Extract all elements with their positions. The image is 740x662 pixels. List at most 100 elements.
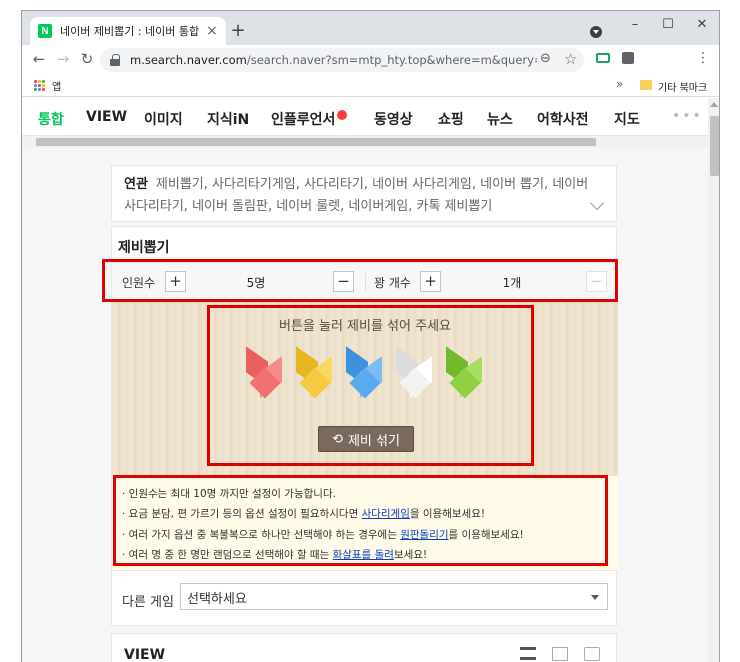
ticket-green-icon[interactable]: [446, 346, 482, 400]
lose-count-label: 꽝 개수: [374, 276, 411, 290]
tab-integrated[interactable]: 통합: [38, 109, 64, 129]
tab-dictionary[interactable]: 어학사전: [537, 109, 589, 129]
other-bookmarks[interactable]: 기타 북마크: [658, 79, 707, 94]
active-tab[interactable]: N 네이버 제비뽑기 : 네이버 통합검색 ×: [30, 17, 226, 45]
forward-button[interactable]: →: [54, 50, 72, 68]
ticket-yellow-icon[interactable]: [296, 346, 332, 400]
lose-count-value: 1개: [502, 276, 522, 290]
lose-minus-button[interactable]: −: [586, 271, 607, 292]
notice-line: · 요금 분담, 편 가르기 등의 옵션 설정이 필요하시다면 사다리게임을 이…: [122, 506, 485, 521]
bookmark-star-icon[interactable]: ☆: [564, 50, 577, 68]
tab-images[interactable]: 이미지: [144, 109, 183, 129]
browser-toolbar: ← → ↻ m.search.naver.com /search.naver?s…: [22, 45, 719, 75]
board-instruction: 버튼을 눌러 제비를 섞어 주세요: [278, 319, 451, 334]
ladder-game-link[interactable]: 사다리게임: [362, 508, 410, 520]
view-section-title: VIEW: [124, 647, 166, 662]
ticket-red-icon[interactable]: [246, 346, 282, 400]
naver-tab-nav: 통합 VIEW 이미지 지식iN 인플루언서 동영상 쇼핑 뉴스 어학사전 지도…: [22, 98, 708, 136]
related-searches: 연관 제비뽑기, 사다리타기게임, 사다리타기, 네이버 사다리게임, 네이버 뽑…: [111, 165, 617, 222]
widget-title: 제비뽑기: [118, 240, 170, 256]
horizontal-scrollbar[interactable]: [22, 136, 708, 148]
shuffle-button[interactable]: ⟲ 제비 섞기: [318, 426, 414, 452]
new-badge-icon: [337, 110, 348, 120]
related-text-block: 연관 제비뽑기, 사다리타기게임, 사다리타기, 네이버 사다리게임, 네이버 뽑…: [124, 174, 594, 218]
reload-button[interactable]: ↻: [78, 50, 96, 68]
more-tabs-icon[interactable]: •••: [672, 108, 703, 124]
tab-map[interactable]: 지도: [614, 109, 640, 129]
related-keywords[interactable]: 제비뽑기, 사다리타기게임, 사다리타기, 네이버 사다리게임, 네이버 뽑기,…: [124, 177, 588, 214]
tab-shopping[interactable]: 쇼핑: [438, 109, 464, 129]
card-view-icon[interactable]: [552, 647, 568, 661]
vertical-scrollbar[interactable]: [708, 98, 719, 662]
new-tab-button[interactable]: +: [228, 20, 248, 41]
close-window-button[interactable]: ✕: [692, 17, 712, 32]
extensions-puzzle-icon[interactable]: [622, 52, 634, 64]
other-game-select[interactable]: 선택하세요: [180, 583, 608, 610]
scroll-up-icon[interactable]: [710, 102, 718, 107]
refresh-icon: ⟲: [332, 431, 343, 447]
lock-icon: [110, 54, 120, 66]
settings-divider: [365, 273, 366, 291]
vertical-scroll-thumb[interactable]: [710, 116, 719, 176]
notice-line: · 여러 가지 옵션 중 복불복으로 하나만 선택해야 하는 경우에는 원판돌리…: [122, 527, 524, 542]
profile-icon[interactable]: [590, 26, 602, 38]
notice-line: · 인원수는 최대 10명 까지만 설정이 가능합니다.: [122, 486, 336, 501]
ticket-board: 버튼을 눌러 제비를 섞어 주세요 ⟲ 제비 섞기: [112, 301, 618, 475]
other-game-select-value: 선택하세요: [187, 592, 247, 607]
shuffle-label: 제비 섞기: [347, 433, 400, 449]
tab-influencer[interactable]: 인플루언서: [271, 109, 348, 129]
view-section: VIEW: [111, 633, 617, 662]
people-count-label: 인원수: [122, 276, 156, 290]
roulette-link[interactable]: 원판돌리기: [400, 529, 448, 541]
other-game-label: 다른 게임: [122, 595, 174, 610]
lottery-widget: 제비뽑기 인원수 + 5명 − 꽝 개수 + 1개 − 버튼을 눌러 제비를 섞…: [111, 226, 618, 626]
notice-box: · 인원수는 최대 10명 까지만 설정이 가능합니다. · 요금 분담, 편 …: [112, 475, 618, 571]
notice-text: · 요금 분담, 편 가르기 등의 옵션 설정이 필요하시다면: [122, 508, 362, 520]
tab-video[interactable]: 동영상: [374, 109, 413, 129]
notice-line: · 여러 명 중 한 명만 랜덤으로 선택해야 할 때는 화살표를 돌려보세요!: [122, 547, 427, 562]
back-button[interactable]: ←: [30, 50, 48, 68]
people-count-value: 5명: [246, 276, 266, 290]
notice-text: 를 이용해보세요!: [448, 529, 524, 541]
list-view-icon[interactable]: [520, 647, 536, 660]
notice-text: 을 이용해보세요!: [409, 508, 486, 520]
folder-icon: [640, 80, 652, 90]
dropdown-arrow-icon: [591, 595, 599, 600]
tab-view[interactable]: VIEW: [86, 109, 127, 125]
zoom-icon[interactable]: ⊖: [540, 51, 551, 66]
lose-plus-button[interactable]: +: [420, 271, 441, 292]
notice-text: 보세요!: [393, 549, 428, 561]
browser-menu-icon[interactable]: ⋮: [694, 50, 712, 66]
tab-knowledge-in[interactable]: 지식iN: [207, 109, 249, 129]
tab-news[interactable]: 뉴스: [487, 109, 513, 129]
ticket-white-icon[interactable]: [396, 346, 432, 400]
maximize-button[interactable]: ☐: [658, 17, 678, 32]
video-view-icon[interactable]: [584, 647, 600, 661]
people-plus-button[interactable]: +: [165, 271, 186, 292]
apps-label[interactable]: 앱: [52, 78, 61, 93]
apps-icon[interactable]: [34, 80, 45, 91]
related-label: 연관: [124, 177, 148, 192]
naver-favicon-icon: N: [38, 24, 52, 38]
tab-influencer-label: 인플루언서: [271, 112, 336, 128]
arrow-spin-link[interactable]: 화살표를 돌려: [333, 549, 394, 561]
tab-close-icon[interactable]: ×: [206, 23, 218, 39]
ticket-blue-icon[interactable]: [346, 346, 382, 400]
horizontal-scroll-thumb[interactable]: [36, 138, 596, 146]
address-bar[interactable]: m.search.naver.com /search.naver?sm=mtp_…: [100, 48, 584, 72]
notice-text: · 여러 명 중 한 명만 랜덤으로 선택해야 할 때는: [122, 549, 333, 561]
people-minus-button[interactable]: −: [333, 271, 354, 292]
extension-green-icon[interactable]: [596, 53, 610, 63]
notice-text: · 인원수는 최대 10명 까지만 설정이 가능합니다.: [122, 488, 336, 500]
page-viewport: 통합 VIEW 이미지 지식iN 인플루언서 동영상 쇼핑 뉴스 어학사전 지도…: [22, 98, 708, 662]
url-host: m.search.naver.com: [130, 53, 247, 67]
settings-row: 인원수 + 5명 − 꽝 개수 + 1개 −: [112, 262, 618, 300]
tab-title: 네이버 제비뽑기 : 네이버 통합검색: [60, 25, 200, 38]
tab-strip: N 네이버 제비뽑기 : 네이버 통합검색 × + – ☐ ✕: [22, 11, 719, 45]
minimize-button[interactable]: –: [625, 17, 645, 32]
bookmarks-overflow-icon[interactable]: »: [616, 77, 623, 91]
browser-window: N 네이버 제비뽑기 : 네이버 통합검색 × + – ☐ ✕ ← → ↻ m.…: [21, 10, 720, 662]
bookmarks-bar: 앱 » 기타 북마크: [22, 75, 719, 97]
url-path: /search.naver?sm=mtp_hty.top&where=m&que…: [246, 53, 537, 67]
notice-text: · 여러 가지 옵션 중 복불복으로 하나만 선택해야 하는 경우에는: [122, 529, 401, 541]
